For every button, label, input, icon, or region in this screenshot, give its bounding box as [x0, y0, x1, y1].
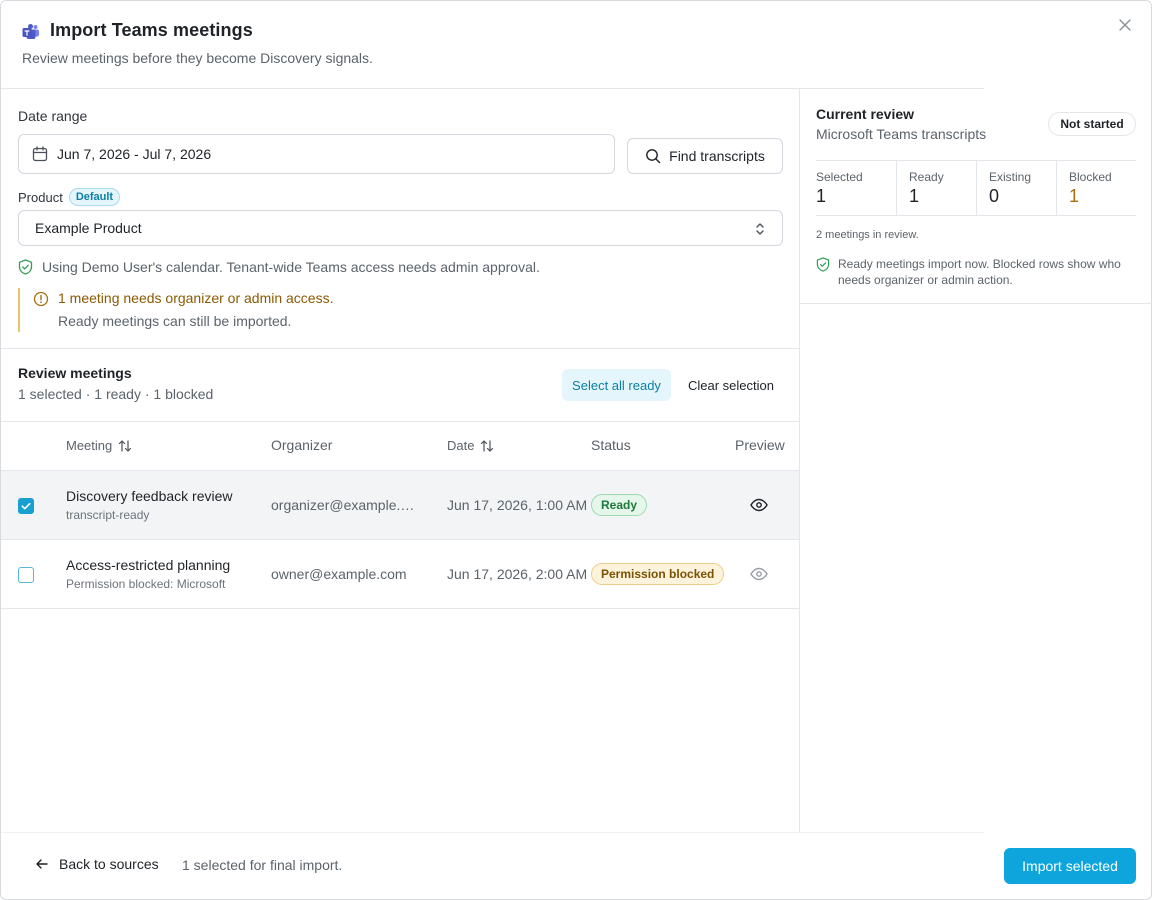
modal-subtitle: Review meetings before they become Disco… — [22, 50, 373, 66]
check-icon — [21, 502, 31, 510]
sort-icon — [481, 439, 494, 452]
modal-title: Import Teams meetings — [50, 20, 253, 40]
chevron-up-down-icon — [756, 223, 764, 235]
column-date[interactable]: Date — [447, 438, 494, 453]
review-summary: 1 selected · 1 ready · 1 blocked — [18, 386, 214, 402]
calendar-note-text: Using Demo User's calendar. Tenant-wide … — [42, 259, 540, 275]
stat-label: Existing — [989, 170, 1032, 184]
access-warning: 1 meeting needs organizer or admin acces… — [18, 288, 783, 332]
row-checkbox[interactable] — [18, 498, 34, 514]
footer-divider — [1, 832, 984, 833]
review-note: Ready meetings import now. Blocked rows … — [816, 256, 1136, 288]
date-range-value: Jun 7, 2026 - Jul 7, 2026 — [57, 146, 212, 162]
stat-ready: Ready 1 — [896, 161, 976, 215]
review-note-text: Ready meetings import now. Blocked rows … — [838, 257, 1121, 287]
stat-label: Selected — [816, 170, 863, 184]
footer-note: 1 selected for final import. — [182, 857, 343, 873]
default-badge: Default — [68, 188, 121, 206]
table-row[interactable]: Access-restricted planning Permission bl… — [1, 540, 799, 609]
stat-existing: Existing 0 — [976, 161, 1056, 215]
back-to-sources-button[interactable]: Back to sources — [34, 856, 159, 872]
panel-title: Current review — [816, 106, 915, 122]
find-transcripts-button[interactable]: Find transcripts — [627, 138, 783, 174]
product-select[interactable]: Example Product — [18, 210, 783, 246]
stat-blocked: Blocked 1 — [1056, 161, 1136, 215]
status-badge: Permission blocked — [591, 563, 725, 585]
sort-icon — [119, 439, 132, 452]
shield-check-icon — [816, 257, 830, 272]
stat-label: Ready — [909, 170, 944, 184]
calendar-note: Using Demo User's calendar. Tenant-wide … — [18, 259, 540, 275]
row-checkbox[interactable] — [18, 567, 34, 583]
product-label: Product Default — [18, 188, 121, 206]
review-stats: Selected 1 Ready 1 Existing 0 Blocked 1 — [816, 160, 1136, 216]
stat-label: Blocked — [1069, 170, 1112, 184]
review-state-badge: Not started — [1048, 112, 1136, 136]
stat-value: 1 — [909, 186, 920, 206]
warning-title: 1 meeting needs organizer or admin acces… — [58, 290, 334, 306]
meeting-organizer: owner@example.com — [271, 566, 407, 582]
select-all-ready-button[interactable]: Select all ready — [562, 369, 671, 401]
back-label: Back to sources — [59, 856, 159, 872]
column-status: Status — [591, 437, 631, 453]
find-transcripts-label: Find transcripts — [669, 148, 765, 164]
close-icon[interactable] — [1115, 15, 1135, 35]
import-selected-button[interactable]: Import selected — [1004, 848, 1136, 884]
product-label-text: Product — [18, 189, 63, 205]
column-date-label: Date — [447, 438, 475, 453]
column-preview: Preview — [735, 437, 785, 453]
column-organizer: Organizer — [271, 437, 333, 453]
arrow-left-icon — [36, 859, 48, 869]
review-title: Review meetings — [18, 365, 132, 381]
stat-value: 0 — [989, 186, 1000, 206]
meeting-date: Jun 17, 2026, 1:00 AM — [447, 497, 588, 513]
current-review-panel: Current review Microsoft Teams transcrip… — [800, 89, 1152, 304]
eye-icon[interactable] — [750, 498, 768, 512]
warning-subtitle: Ready meetings can still be imported. — [58, 313, 292, 329]
eye-icon[interactable] — [750, 567, 768, 581]
clear-selection-button[interactable]: Clear selection — [681, 369, 781, 401]
teams-icon — [22, 23, 40, 41]
review-count: 2 meetings in review. — [816, 229, 919, 241]
modal-header: Import Teams meetings Review meetings be… — [22, 19, 1151, 89]
product-select-value: Example Product — [35, 220, 142, 236]
meeting-date: Jun 17, 2026, 2:00 AM — [447, 566, 588, 582]
meeting-subtitle: Permission blocked: Microsoft — [66, 577, 226, 591]
shield-check-icon — [18, 259, 33, 275]
stat-selected: Selected 1 — [816, 161, 896, 215]
panel-subtitle: Microsoft Teams transcripts — [816, 126, 987, 142]
date-range-label: Date range — [18, 108, 88, 124]
calendar-icon — [32, 146, 48, 162]
import-teams-modal: Import Teams meetings Review meetings be… — [0, 0, 1152, 900]
section-divider — [1, 348, 799, 349]
search-icon — [646, 149, 661, 164]
meeting-subtitle: transcript-ready — [66, 508, 150, 522]
column-meeting-label: Meeting — [66, 438, 113, 453]
alert-circle-icon — [33, 291, 49, 307]
table-header: Meeting Organizer Date Status Preview — [1, 421, 799, 471]
date-range-input[interactable]: Jun 7, 2026 - Jul 7, 2026 — [18, 134, 615, 174]
meeting-organizer: organizer@example.com — [271, 497, 415, 513]
meeting-title: Access-restricted planning — [66, 557, 231, 573]
stat-value: 1 — [816, 186, 827, 206]
column-meeting[interactable]: Meeting — [66, 438, 132, 453]
review-header: Review meetings 1 selected · 1 ready · 1… — [18, 365, 213, 402]
stat-value: 1 — [1069, 186, 1080, 206]
status-badge: Ready — [591, 494, 648, 516]
table-row[interactable]: Discovery feedback review transcript-rea… — [1, 471, 799, 540]
meeting-title: Discovery feedback review — [66, 488, 233, 504]
meetings-table: Meeting Organizer Date Status Preview Di… — [1, 421, 799, 609]
